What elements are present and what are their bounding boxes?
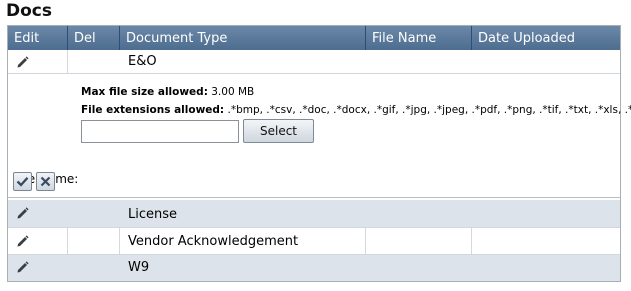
extensions-label: File extensions allowed:: [81, 104, 225, 116]
cancel-button[interactable]: [36, 172, 55, 191]
table-row: License: [8, 200, 620, 228]
documents-grid: Edit Del Document Type File Name Date Up…: [7, 25, 631, 282]
grid-header: Edit Del Document Type File Name Date Up…: [8, 26, 620, 50]
extensions-value: .*bmp, .*csv, .*doc, .*docx, .*gif, .*jp…: [227, 104, 631, 116]
pencil-icon[interactable]: [16, 206, 30, 220]
table-row: Vendor Acknowledgement: [8, 228, 620, 255]
document-type-cell: Vendor Acknowledgement: [128, 234, 299, 249]
table-row: W9: [8, 255, 620, 281]
save-button[interactable]: [13, 172, 32, 191]
col-header-edit[interactable]: Edit: [8, 26, 68, 50]
document-type-cell: License: [128, 207, 178, 222]
col-header-date-uploaded[interactable]: Date Uploaded: [472, 26, 620, 50]
document-type-cell: E&O: [128, 54, 157, 69]
document-type-cell: W9: [128, 260, 150, 275]
pencil-icon[interactable]: [16, 260, 30, 274]
select-button[interactable]: Select: [243, 119, 314, 143]
col-header-del[interactable]: Del: [68, 26, 120, 50]
col-header-file-name[interactable]: File Name: [366, 26, 472, 50]
col-header-document-type[interactable]: Document Type: [120, 26, 366, 50]
section-title: Docs: [6, 1, 52, 21]
max-size-label: Max file size allowed:: [81, 86, 208, 98]
upload-panel: Max file size allowed: 3.00 MB File exte…: [8, 74, 631, 198]
pencil-icon[interactable]: [16, 55, 30, 69]
table-row: E&O: [8, 50, 620, 74]
pencil-icon[interactable]: [16, 234, 30, 248]
file-name-input[interactable]: [81, 120, 239, 143]
checkmark-icon: [16, 177, 29, 187]
x-icon: [40, 176, 51, 187]
max-size-value: 3.00 MB: [211, 86, 255, 98]
